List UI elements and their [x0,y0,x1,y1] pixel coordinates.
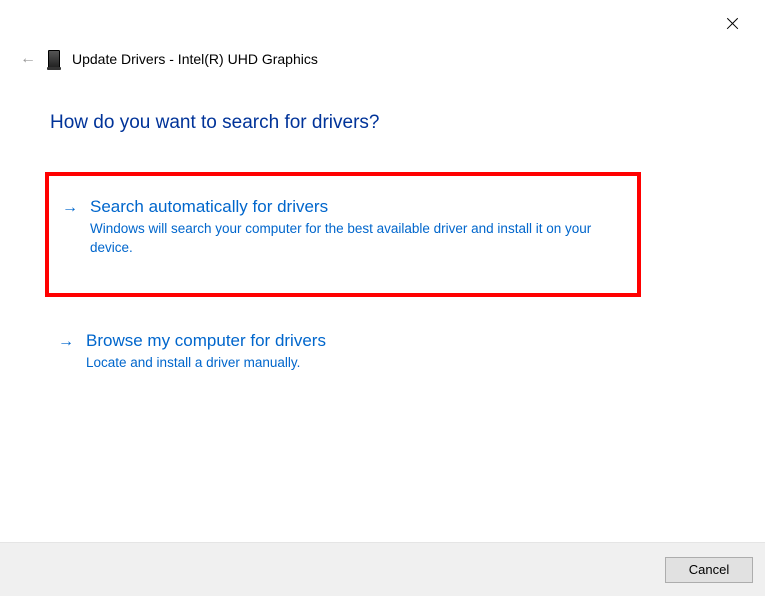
titlebar: ← Update Drivers - Intel(R) UHD Graphics [20,50,318,68]
arrow-right-icon: → [62,196,78,258]
highlight-box: → Search automatically for drivers Windo… [45,172,641,297]
page-heading: How do you want to search for drivers? [50,112,380,134]
close-button[interactable] [723,14,743,34]
back-arrow-icon: ← [20,51,36,67]
option-browse-computer[interactable]: → Browse my computer for drivers Locate … [58,330,346,373]
window-title: Update Drivers - Intel(R) UHD Graphics [72,51,318,67]
option-description: Windows will search your computer for th… [90,220,637,258]
arrow-right-icon: → [58,330,74,373]
option-title: Browse my computer for drivers [86,330,326,352]
option-title: Search automatically for drivers [90,196,637,218]
cancel-button[interactable]: Cancel [665,557,753,583]
device-icon [48,50,60,68]
footer-bar: Cancel [0,542,765,596]
option-search-automatically[interactable]: → Search automatically for drivers Windo… [62,196,637,258]
option-description: Locate and install a driver manually. [86,354,326,373]
